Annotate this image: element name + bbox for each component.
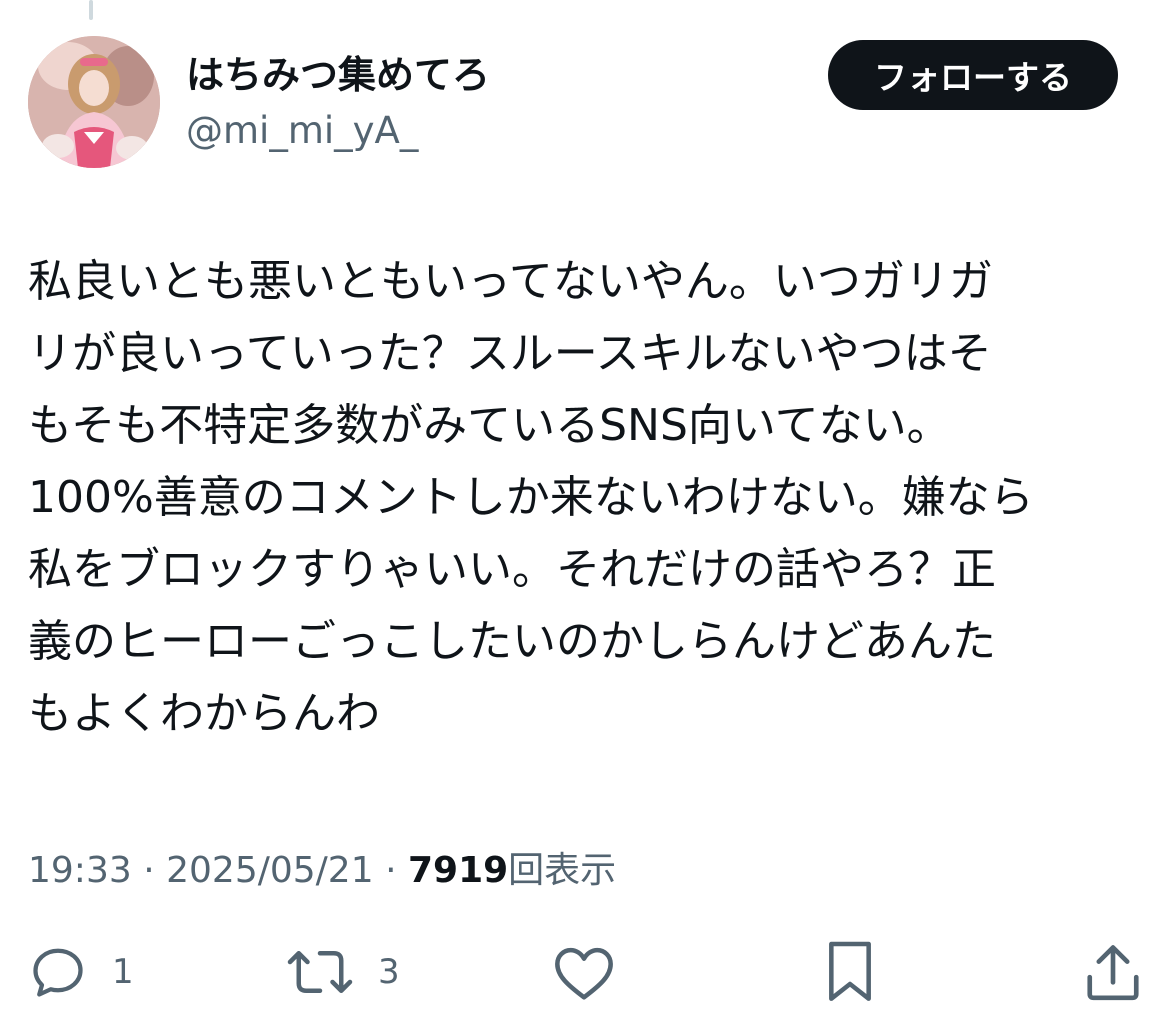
- avatar[interactable]: [28, 36, 160, 168]
- display-name[interactable]: はちみつ集めてろ: [186, 50, 490, 100]
- tweet-text-line: 義のヒーローごっこしたいのかしらんけどあんた: [28, 616, 996, 667]
- reply-button[interactable]: 1: [28, 940, 134, 1004]
- tweet-meta: 19:33 · 2025/05/21 · 7919回表示: [28, 846, 616, 896]
- tweet-text-line: もそも不特定多数がみているSNS向いてない。: [28, 400, 951, 451]
- tweet-date[interactable]: 2025/05/21: [166, 850, 374, 891]
- like-button[interactable]: [552, 940, 616, 1004]
- reply-count: 1: [112, 952, 134, 992]
- tweet-text: 私良いとも悪いともいってないやん。いつガリガ リが良いっていった？スルースキルな…: [28, 246, 1128, 750]
- tweet-text-line: 100%善意のコメントしか来ないわけない。嫌なら: [28, 472, 1034, 523]
- avatar-image: [28, 36, 160, 168]
- user-handle[interactable]: @mi_mi_yA_: [186, 106, 418, 156]
- retweet-count: 3: [378, 952, 400, 992]
- tweet-time[interactable]: 19:33: [28, 850, 132, 891]
- tweet-text-line: 私良いとも悪いともいってないやん。いつガリガ: [28, 256, 993, 307]
- bookmark-button[interactable]: [824, 940, 876, 1004]
- follow-button-label: フォローする: [874, 58, 1072, 97]
- thread-connector-line: [89, 0, 93, 20]
- action-bar: 1 3: [0, 940, 1170, 1004]
- reply-icon: [33, 948, 83, 997]
- tweet-text-line: 私をブロックすりゃいい。それだけの話やろ？正: [28, 544, 996, 595]
- view-label: 回表示: [508, 850, 617, 891]
- share-icon: [1087, 945, 1139, 1001]
- tweet-text-line: もよくわからんわ: [28, 688, 380, 739]
- bookmark-icon: [829, 941, 871, 1001]
- meta-separator: ·: [143, 850, 155, 891]
- heart-icon: [555, 947, 613, 1000]
- retweet-button[interactable]: 3: [286, 940, 400, 1004]
- view-count: 7919: [407, 850, 509, 891]
- retweet-icon: [287, 951, 353, 993]
- meta-separator: ·: [385, 850, 397, 891]
- follow-button[interactable]: フォローする: [828, 40, 1118, 110]
- share-button[interactable]: [1084, 940, 1142, 1004]
- tweet-text-line: リが良いっていった？スルースキルないやつはそ: [28, 328, 992, 379]
